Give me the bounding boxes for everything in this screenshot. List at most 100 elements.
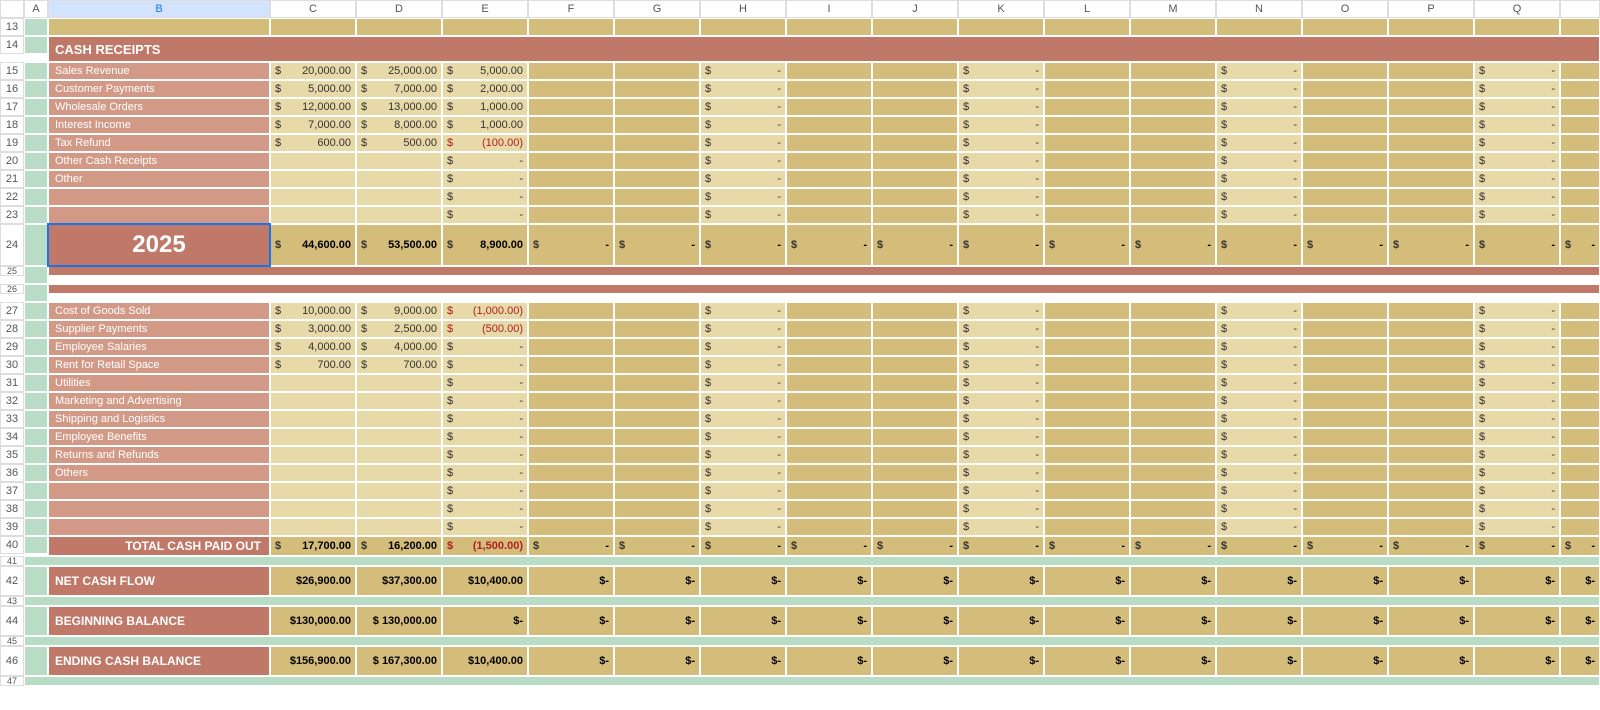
cell[interactable] [786,464,872,482]
cell[interactable] [872,500,958,518]
row-header[interactable]: 39 [0,518,24,536]
row-header[interactable]: 42 [0,566,24,596]
money-cell[interactable]: $- [442,338,528,356]
money-cell[interactable]: $- [1474,410,1560,428]
money-cell[interactable]: $- [700,500,786,518]
cell[interactable] [614,62,700,80]
cell[interactable] [786,410,872,428]
money-cell[interactable]: $- [958,188,1044,206]
money-cell[interactable]: $700.00 [356,356,442,374]
cell[interactable] [786,116,872,134]
money-cell[interactable]: $- [1216,500,1302,518]
money-cell[interactable]: $- [1216,188,1302,206]
cell[interactable] [528,356,614,374]
cell[interactable] [1044,464,1130,482]
cell[interactable] [1388,170,1474,188]
money-cell[interactable]: $- [1216,392,1302,410]
cell[interactable] [528,482,614,500]
cell[interactable] [528,500,614,518]
money-cell[interactable]: $- [442,356,528,374]
cell[interactable] [528,374,614,392]
cell[interactable] [528,116,614,134]
money-cell[interactable]: $10,000.00 [270,302,356,320]
summary-value[interactable]: $ 130,000.00 [356,606,442,636]
row-header[interactable]: 20 [0,152,24,170]
cell[interactable] [1130,80,1216,98]
cell[interactable] [786,482,872,500]
cell[interactable] [614,392,700,410]
row-header[interactable]: 37 [0,482,24,500]
money-cell[interactable]: $- [442,410,528,428]
cell[interactable] [1302,338,1388,356]
cell[interactable] [872,428,958,446]
money-cell[interactable]: $- [528,536,614,556]
money-cell[interactable]: $- [1474,500,1560,518]
row-header[interactable]: 16 [0,80,24,98]
money-cell[interactable]: $- [700,536,786,556]
summary-value[interactable]: $- [786,606,872,636]
summary-value[interactable]: $- [1216,646,1302,676]
cell[interactable] [786,302,872,320]
money-cell[interactable]: $- [1216,80,1302,98]
cell[interactable] [1560,320,1600,338]
cell[interactable] [614,464,700,482]
summary-value[interactable]: $- [1388,646,1474,676]
cell[interactable] [270,188,356,206]
money-cell[interactable]: $- [958,80,1044,98]
cell[interactable] [872,392,958,410]
column-header[interactable]: E [442,0,528,18]
column-header[interactable]: B [48,0,270,18]
cell[interactable] [1302,206,1388,224]
row-header[interactable]: 38 [0,500,24,518]
money-cell[interactable]: $8,900.00 [442,224,528,266]
money-cell[interactable]: $- [958,500,1044,518]
cell[interactable] [614,446,700,464]
money-cell[interactable]: $4,000.00 [270,338,356,356]
money-cell[interactable]: $- [1216,116,1302,134]
cell[interactable] [1130,356,1216,374]
cell[interactable] [1302,500,1388,518]
cell[interactable] [1130,338,1216,356]
cell[interactable] [1216,18,1302,36]
cell[interactable] [270,500,356,518]
cell[interactable] [528,206,614,224]
money-cell[interactable]: $- [1044,536,1130,556]
cell[interactable] [1302,170,1388,188]
cell[interactable] [1560,428,1600,446]
money-cell[interactable]: $- [958,302,1044,320]
money-cell[interactable]: $- [1216,410,1302,428]
money-cell[interactable]: $44,600.00 [270,224,356,266]
money-cell[interactable]: $- [700,518,786,536]
row-header[interactable]: 26 [0,284,24,294]
money-cell[interactable]: $- [442,374,528,392]
cell[interactable] [1302,134,1388,152]
money-cell[interactable]: $- [700,98,786,116]
summary-value[interactable]: $- [786,646,872,676]
cell[interactable] [614,80,700,98]
summary-value[interactable]: $- [958,566,1044,596]
cell[interactable] [1130,116,1216,134]
cell[interactable] [1560,392,1600,410]
row-header[interactable]: 29 [0,338,24,356]
column-header[interactable] [1560,0,1600,18]
cell[interactable] [528,320,614,338]
cell[interactable] [528,518,614,536]
cell[interactable] [872,482,958,500]
cell[interactable] [528,428,614,446]
summary-value[interactable]: $- [1474,566,1560,596]
money-cell[interactable]: $- [958,170,1044,188]
column-header[interactable]: F [528,0,614,18]
column-header[interactable] [0,0,24,18]
cell[interactable] [614,188,700,206]
money-cell[interactable]: $- [1216,320,1302,338]
summary-value[interactable]: $- [1388,606,1474,636]
cell[interactable] [786,170,872,188]
cell[interactable] [1130,482,1216,500]
editing-cell[interactable]: B112025 [48,224,270,266]
cell[interactable] [1130,206,1216,224]
cell[interactable] [1302,62,1388,80]
money-cell[interactable]: $- [442,464,528,482]
money-cell[interactable]: $- [1474,116,1560,134]
money-cell[interactable]: $- [958,482,1044,500]
row-header[interactable]: 23 [0,206,24,224]
